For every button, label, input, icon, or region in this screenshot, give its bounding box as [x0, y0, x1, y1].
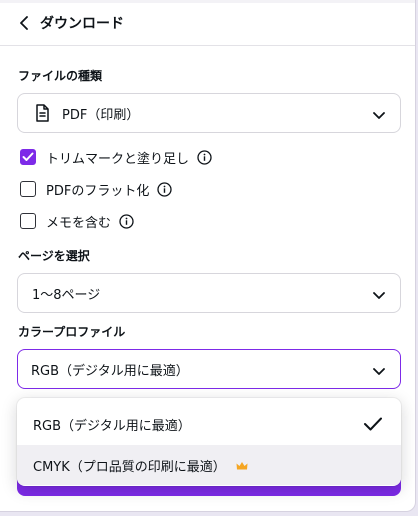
crown-icon [236, 460, 248, 470]
pages-select[interactable]: 1〜8ページ [17, 273, 401, 313]
color-profile-label: カラープロファイル [18, 325, 126, 339]
option-flatten-pdf[interactable]: PDFのフラット化 [20, 179, 172, 199]
color-profile-menu: RGB（デジタル用に最適） CMYK（プロ品質の印刷に最適） [17, 398, 401, 486]
chevron-left-icon[interactable] [14, 13, 34, 33]
include-notes-label: メモを含む [46, 215, 112, 231]
trim-marks-checkbox[interactable] [20, 149, 36, 165]
document-icon [32, 103, 52, 123]
info-icon[interactable] [119, 213, 134, 229]
trim-marks-label: トリムマークと塗り足し [46, 151, 190, 167]
info-icon[interactable] [197, 149, 212, 165]
flatten-pdf-checkbox[interactable] [20, 181, 36, 197]
pages-label: ページを選択 [18, 249, 90, 263]
option-trim-marks[interactable]: トリムマークと塗り足し [20, 147, 212, 167]
menu-option-label: RGB（デジタル用に最適） [33, 418, 191, 434]
color-profile-select[interactable]: RGB（デジタル用に最適） [17, 349, 401, 389]
file-type-select[interactable]: PDF（印刷） [17, 93, 401, 133]
menu-option-cmyk[interactable]: CMYK（プロ品質の印刷に最適） [17, 445, 401, 485]
pages-value: 1〜8ページ [32, 287, 101, 303]
chevron-down-icon [372, 287, 386, 299]
flatten-pdf-label: PDFのフラット化 [46, 183, 150, 199]
option-include-notes[interactable]: メモを含む [20, 211, 134, 231]
panel-header: ダウンロード [0, 0, 415, 46]
page-title: ダウンロード [40, 15, 124, 32]
include-notes-checkbox[interactable] [20, 213, 36, 229]
checkmark-icon [363, 416, 383, 432]
chevron-down-icon [372, 107, 386, 119]
file-type-label: ファイルの種類 [18, 69, 103, 83]
chevron-down-icon [372, 363, 386, 375]
file-type-value: PDF（印刷） [62, 107, 140, 123]
color-profile-value: RGB（デジタル用に最適） [31, 363, 189, 379]
menu-option-label: CMYK（プロ品質の印刷に最適） [33, 459, 226, 475]
download-panel: ダウンロード ファイルの種類 PDF（印刷） トリムマークと塗り足し PDFのフ… [0, 0, 416, 512]
info-icon[interactable] [157, 181, 172, 197]
menu-option-rgb[interactable]: RGB（デジタル用に最適） [17, 404, 401, 444]
